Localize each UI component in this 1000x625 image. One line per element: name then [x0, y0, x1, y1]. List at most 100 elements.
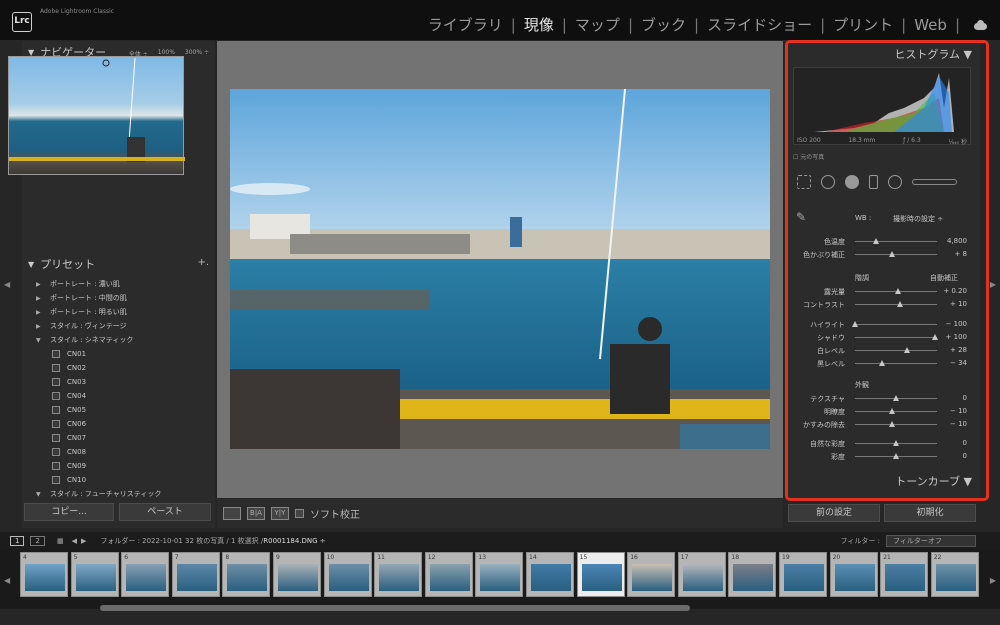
paste-button[interactable]: ペースト [119, 503, 211, 521]
filmstrip-thumbnail[interactable]: 8 [222, 552, 271, 597]
preset-label: ポートレート : 濃い肌 [50, 280, 120, 288]
left-panel-toggle-icon[interactable]: ◀ [4, 280, 10, 289]
preset-folder[interactable]: ▶ ポートレート : 明るい肌 [22, 305, 215, 319]
preset-folder[interactable]: ▼ スタイル : フューチャリスティック [22, 487, 215, 497]
filmstrip-thumbnail[interactable]: 11 [374, 552, 423, 597]
module-book[interactable]: ブック [641, 14, 686, 35]
preset-item[interactable]: CN02 [22, 361, 215, 375]
preset-label: CN04 [67, 392, 87, 400]
preset-folder[interactable]: ▶ スタイル : ヴィンテージ [22, 319, 215, 333]
disclosure-triangle-icon[interactable]: ▶ [36, 281, 44, 288]
preset-label: CN06 [67, 420, 87, 428]
preset-file-icon [52, 462, 60, 470]
preset-file-icon [52, 476, 60, 484]
filmstrip-thumbnail[interactable]: 17 [677, 552, 726, 597]
cloud-icon[interactable] [972, 19, 988, 30]
forward-arrow-icon[interactable]: ▶ [81, 537, 86, 545]
filmstrip-thumbnail[interactable]: 14 [526, 552, 574, 597]
module-map[interactable]: マップ [575, 14, 620, 35]
preset-item[interactable]: CN06 [22, 417, 215, 431]
grid-icon[interactable]: ▦ [57, 537, 64, 545]
preset-item[interactable]: CN10 [22, 473, 215, 487]
zoom-300[interactable]: 300% ÷ [185, 49, 209, 58]
filmstrip-thumbnail[interactable]: 4 [20, 552, 68, 597]
filmstrip-left-icon[interactable]: ◀ [4, 576, 10, 585]
disclosure-triangle-icon[interactable]: ▼ [36, 491, 44, 498]
thumbnail-image [176, 564, 217, 591]
disclosure-triangle-icon[interactable]: ▶ [36, 295, 44, 302]
file-name[interactable]: R0001184.DNG ÷ [263, 537, 325, 545]
frame-number: 4 [23, 554, 27, 561]
preset-folder[interactable]: ▼ スタイル : シネマティック [22, 333, 215, 347]
filmstrip-thumbnail[interactable]: 5 [70, 552, 119, 597]
page-1-button[interactable]: 1 [10, 535, 25, 546]
disclosure-triangle-icon[interactable]: ▶ [36, 309, 44, 316]
frame-number: 17 [680, 554, 689, 561]
frame-number: 16 [630, 554, 638, 561]
filmstrip-thumbnail[interactable]: 13 [475, 552, 524, 597]
before-after-button[interactable]: B|A [247, 507, 265, 520]
module-web[interactable]: Web [914, 16, 947, 34]
preset-folder[interactable]: ▶ ポートレート : 濃い肌 [22, 277, 215, 291]
histogram-panel-highlight [785, 40, 989, 501]
preset-file-icon [52, 420, 60, 428]
preset-item[interactable]: CN05 [22, 403, 215, 417]
reset-button[interactable]: 初期化 [884, 504, 976, 522]
filter-select[interactable]: フィルターオフ [886, 534, 976, 547]
thumbnail-image [834, 564, 875, 591]
preset-list: ▶ ポートレート : 濃い肌 ▶ ポートレート : 中間の肌 ▶ ポートレート : 明るい… [22, 277, 215, 497]
preset-label: CN05 [67, 406, 87, 414]
filmstrip-thumbnail[interactable]: 6 [121, 552, 170, 597]
preset-file-icon [52, 392, 60, 400]
before-after-yy-button[interactable]: Y|Y [271, 507, 289, 520]
loupe-view-button[interactable] [223, 507, 241, 520]
filmstrip-thumbnail[interactable]: 7 [171, 552, 220, 597]
copy-button[interactable]: コピー... [24, 503, 114, 521]
frame-number: 15 [579, 554, 588, 561]
filmstrip-right-icon[interactable]: ▶ [990, 576, 996, 585]
disclosure-triangle-icon[interactable]: ▼ [36, 337, 44, 344]
add-preset-icon[interactable]: +. [197, 257, 209, 268]
preset-item[interactable]: CN09 [22, 459, 215, 473]
preset-item[interactable]: CN01 [22, 347, 215, 361]
filmstrip-thumbnail[interactable]: 9 [273, 552, 321, 597]
preset-item[interactable]: CN03 [22, 375, 215, 389]
thumbnail-image [581, 564, 622, 591]
previous-settings-button[interactable]: 前の設定 [788, 504, 880, 522]
preset-item[interactable]: CN04 [22, 389, 215, 403]
back-arrow-icon[interactable]: ◀ [72, 537, 77, 545]
preset-label: スタイル : シネマティック [50, 336, 134, 344]
thumbnail-image [935, 564, 976, 591]
filmstrip-thumbnail[interactable]: 10 [323, 552, 372, 597]
preset-item[interactable]: CN08 [22, 445, 215, 459]
thumbnail-image [379, 564, 420, 591]
preset-file-icon [52, 350, 60, 358]
disclosure-triangle-icon[interactable]: ▶ [36, 323, 44, 330]
filmstrip-thumbnail[interactable]: 15 [576, 552, 625, 597]
filmstrip-thumbnail[interactable]: 19 [779, 552, 827, 597]
filmstrip-thumbnail[interactable]: 18 [728, 552, 777, 597]
preset-item[interactable]: CN07 [22, 431, 215, 445]
right-panel-toggle-icon[interactable]: ▶ [990, 280, 996, 289]
filmstrip-thumbnail[interactable]: 16 [627, 552, 676, 597]
main-photo[interactable] [230, 89, 770, 449]
filmstrip-thumbnail[interactable]: 12 [424, 552, 473, 597]
frame-number: 20 [832, 554, 841, 561]
page-2-button[interactable]: 2 [30, 535, 45, 546]
navigator-thumbnail[interactable] [8, 56, 185, 175]
module-slideshow[interactable]: スライドショー [707, 14, 812, 35]
module-develop[interactable]: 現像 [524, 14, 554, 35]
preset-label: CN02 [67, 364, 87, 372]
presets-header[interactable]: ▼ プリセット +. [22, 253, 215, 275]
soft-proof-checkbox[interactable] [295, 509, 304, 518]
filmstrip-thumbnail[interactable]: 21 [880, 552, 929, 597]
preset-folder[interactable]: ▶ ポートレート : 中間の肌 [22, 291, 215, 305]
filmstrip-scrollbar[interactable] [100, 605, 690, 611]
filmstrip-thumbnail[interactable]: 20 [829, 552, 878, 597]
module-print[interactable]: プリント [833, 14, 893, 35]
preset-label: CN03 [67, 378, 87, 386]
module-library[interactable]: ライブラリ [428, 14, 503, 35]
soft-proof-label: ソフト校正 [310, 510, 360, 521]
thumbnail-image [278, 564, 318, 591]
filmstrip-thumbnail[interactable]: 22 [930, 552, 979, 597]
